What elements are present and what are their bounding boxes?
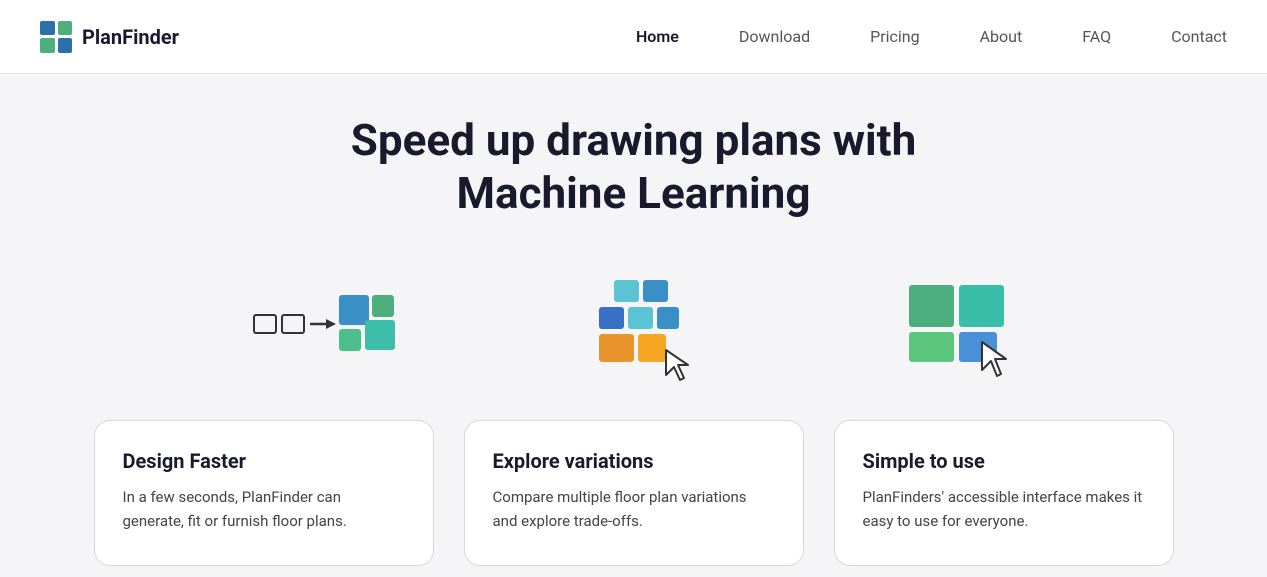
nav-pricing[interactable]: Pricing: [870, 27, 920, 46]
nav-download[interactable]: Download: [739, 27, 810, 46]
card-explore-variations: Explore variations Compare multiple floo…: [464, 420, 804, 566]
navbar: PlanFinder Home Download Pricing About F…: [0, 0, 1267, 74]
card-simple-to-use-body: PlanFinders' accessible interface makes …: [863, 485, 1145, 533]
hero-title: Speed up drawing plans with Machine Lear…: [284, 114, 984, 220]
logo-icon: [40, 21, 72, 53]
logo-text: PlanFinder: [82, 25, 179, 49]
nav-contact[interactable]: Contact: [1171, 27, 1227, 46]
card-explore-variations-body: Compare multiple floor plan variations a…: [493, 485, 775, 533]
simple-to-use-icon: [904, 280, 1014, 380]
card-design-faster-body: In a few seconds, PlanFinder can generat…: [123, 485, 405, 533]
explore-variations-icon: [594, 280, 704, 380]
card-design-faster-title: Design Faster: [123, 449, 405, 473]
nav-faq[interactable]: FAQ: [1082, 27, 1111, 46]
card-simple-to-use: Simple to use PlanFinders' accessible in…: [834, 420, 1174, 566]
nav-home[interactable]: Home: [636, 27, 679, 46]
logo[interactable]: PlanFinder: [40, 21, 179, 53]
hero-section: Speed up drawing plans with Machine Lear…: [0, 74, 1267, 250]
design-faster-icon: [254, 285, 394, 375]
card-explore-variations-title: Explore variations: [493, 449, 775, 473]
card-design-faster: Design Faster In a few seconds, PlanFind…: [94, 420, 434, 566]
feature-icons-row: [0, 250, 1267, 400]
nav-about[interactable]: About: [980, 27, 1023, 46]
feature-cards-row: Design Faster In a few seconds, PlanFind…: [0, 400, 1267, 566]
card-simple-to-use-title: Simple to use: [863, 449, 1145, 473]
nav-links: Home Download Pricing About FAQ Contact: [636, 27, 1227, 46]
